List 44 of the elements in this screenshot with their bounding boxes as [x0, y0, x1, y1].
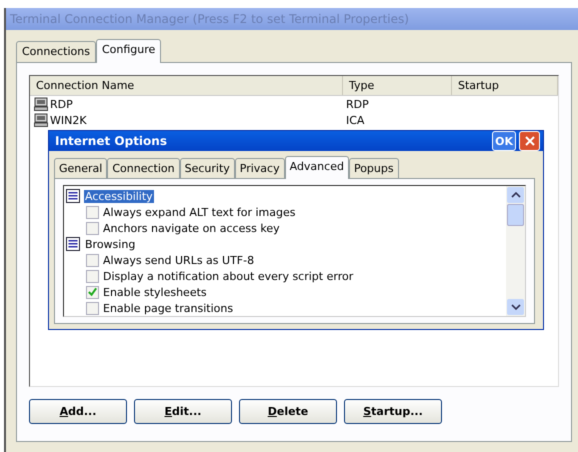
tab[interactable]: Configure: [96, 39, 162, 63]
tab[interactable]: Popups: [348, 158, 399, 178]
scroll-up-icon[interactable]: [507, 187, 524, 203]
tab[interactable]: Connection: [107, 158, 180, 178]
option-label: Anchors navigate on access key: [103, 222, 280, 234]
table-cell: RDP: [346, 98, 369, 110]
checkbox[interactable]: [86, 222, 99, 234]
close-icon[interactable]: [524, 136, 534, 146]
checkbox[interactable]: [86, 270, 99, 282]
option-label: Always send URLs as UTF-8: [103, 254, 254, 266]
scrollbar[interactable]: [506, 186, 525, 316]
scroll-down-icon[interactable]: [507, 299, 524, 315]
close-button[interactable]: [519, 131, 540, 151]
table-cell[interactable]: RDP: [50, 98, 73, 110]
computer-icon: [34, 113, 48, 127]
checkbox[interactable]: [86, 302, 99, 314]
table-cell: ICA: [346, 114, 364, 126]
ok-button[interactable]: OK: [492, 131, 516, 151]
column-header[interactable]: Connection Name: [30, 76, 343, 95]
checkbox[interactable]: [86, 254, 99, 266]
tab[interactable]: Privacy: [234, 158, 285, 178]
dialog-button[interactable]: Edit...: [134, 399, 232, 424]
option-label: Enable page transitions: [103, 302, 234, 314]
checkbox[interactable]: [86, 206, 99, 218]
checkbox[interactable]: [86, 286, 99, 298]
tab[interactable]: Security: [180, 158, 235, 178]
category-label[interactable]: Accessibility: [84, 190, 154, 202]
tab[interactable]: Connections: [16, 41, 96, 62]
list-icon: [66, 189, 80, 203]
table-cell[interactable]: WIN2K: [50, 114, 87, 126]
dialog-button[interactable]: Add...: [29, 399, 127, 424]
dialog-title: Internet Options: [55, 134, 168, 148]
option-label: Enable stylesheets: [103, 286, 207, 298]
option-label: Always expand ALT text for images: [103, 206, 296, 218]
scroll-thumb[interactable]: [507, 204, 524, 226]
tab[interactable]: General: [54, 158, 108, 178]
list-icon: [66, 237, 80, 251]
tab[interactable]: Advanced: [284, 156, 349, 179]
dialog-button[interactable]: Startup...: [344, 399, 442, 424]
column-header[interactable]: Type: [343, 76, 452, 95]
category-label[interactable]: Browsing: [84, 238, 136, 250]
dialog-button[interactable]: Delete: [239, 399, 337, 424]
column-header[interactable]: Startup: [452, 76, 558, 95]
option-label: Display a notification about every script error: [103, 270, 354, 282]
